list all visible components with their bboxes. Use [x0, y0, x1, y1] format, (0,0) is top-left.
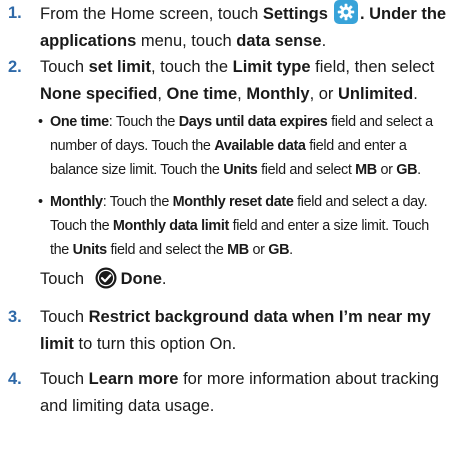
step-number: 2. [8, 58, 22, 76]
step-text: and limiting data usage. [40, 397, 215, 415]
step-text: Touch [40, 58, 89, 76]
monthly-reset-date-label: Monthly reset date [172, 194, 294, 210]
bullet-marker: • [38, 114, 43, 130]
step-3: 3. Touch Restrict background data when I… [8, 304, 468, 358]
step-text: for more information about tracking [178, 370, 439, 388]
step-text: field and select [257, 162, 356, 178]
step-text: menu, touch [136, 32, 237, 50]
restrict-background-data-label: Restrict background data when I’m near m… [88, 308, 431, 326]
step-text: : Touch the [108, 114, 179, 130]
settings-gear-icon [333, 0, 358, 24]
monthly-label: Monthly [50, 194, 103, 210]
step-text: , or [309, 85, 339, 103]
available-data-label: Available data [214, 138, 306, 154]
step-text: Touch [40, 270, 89, 288]
done-label: Done [120, 270, 162, 288]
step-text: to turn this option On. [73, 335, 237, 353]
step-number: 3. [8, 308, 22, 326]
gb-label: GB [396, 162, 418, 178]
step-text: . Under the [359, 5, 447, 23]
done-check-circle-icon [95, 267, 117, 298]
option-none-specified: None specified [40, 85, 158, 103]
monthly-data-limit-label: Monthly data limit [112, 218, 229, 234]
step-text: field and enter a [305, 138, 407, 154]
step-text: number of days. Touch the [50, 138, 215, 154]
step-number: 4. [8, 370, 22, 388]
step-4: 4. Touch Learn more for more information… [8, 366, 468, 420]
sub-bullet-monthly: • Monthly: Touch the Monthly reset date … [38, 190, 468, 262]
step-text: . [413, 85, 418, 103]
step-text: Touch the [50, 218, 113, 234]
data-sense-label: data sense [236, 32, 322, 50]
units-label: Units [72, 242, 108, 258]
step-text: or [248, 242, 269, 258]
step-text: the [50, 242, 73, 258]
step-text: . [321, 32, 327, 50]
step-text: : Touch the [102, 194, 173, 210]
days-until-data-expires-label: Days until data expires [178, 114, 328, 130]
step-text: field and select a day. [293, 194, 428, 210]
one-time-label: One time [50, 114, 109, 130]
sub-bullet-one-time: • One time: Touch the Days until data ex… [38, 110, 468, 182]
step-text: Touch [40, 308, 89, 326]
step-text: field and select a [327, 114, 433, 130]
step-text: . [289, 242, 293, 258]
step-number: 1. [8, 4, 22, 22]
mb-label: MB [355, 162, 377, 178]
step-text: balance size limit. Touch the [50, 162, 224, 178]
mb-label: MB [227, 242, 249, 258]
bullet-marker: • [38, 194, 43, 210]
step-text: Touch [40, 370, 89, 388]
option-one-time: One time [166, 85, 238, 103]
step-text: or [376, 162, 397, 178]
step-2: 2. Touch set limit, touch the Limit type… [8, 54, 468, 108]
step-text: , touch the [150, 58, 233, 76]
step-text: field, then select [310, 58, 435, 76]
limit-type-label: Limit type [232, 58, 311, 76]
instruction-page: 1. From the Home screen, touch Settings.… [0, 0, 474, 454]
applications-label: applications [40, 32, 137, 50]
step-2-done: Touch Done. [8, 266, 468, 298]
set-limit-label: set limit [88, 58, 151, 76]
learn-more-label: Learn more [88, 370, 179, 388]
settings-label: Settings [262, 5, 328, 23]
restrict-background-data-label-end: limit [40, 335, 74, 353]
step-text: , [157, 85, 167, 103]
step-text: , [237, 85, 247, 103]
step-text: field and select the [106, 242, 228, 258]
step-text: field and enter a size limit. Touch [228, 218, 430, 234]
step-1: 1. From the Home screen, touch Settings.… [8, 0, 468, 55]
gb-label: GB [268, 242, 290, 258]
step-text: . [417, 162, 421, 178]
step-text: . [161, 270, 167, 288]
option-unlimited: Unlimited [338, 85, 414, 103]
option-monthly: Monthly [246, 85, 310, 103]
step-text: From the Home screen, touch [40, 5, 263, 23]
units-label: Units [223, 162, 258, 178]
